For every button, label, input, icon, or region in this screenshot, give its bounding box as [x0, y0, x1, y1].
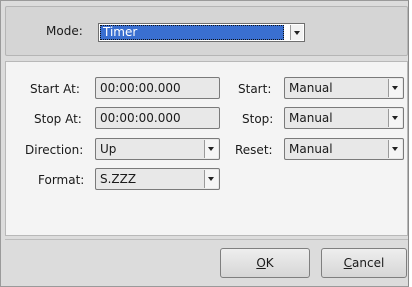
start-select[interactable]: Manual	[284, 77, 404, 99]
reset-select[interactable]: Manual	[284, 138, 404, 160]
settings-panel: Start At: 00:00:00.000 Stop At: 00:00:00…	[5, 61, 408, 236]
direction-label: Direction:	[25, 143, 84, 157]
chevron-down-icon[interactable]	[290, 25, 303, 40]
mode-label: Mode:	[46, 24, 83, 38]
mode-select[interactable]: Timer	[98, 23, 305, 42]
chevron-down-icon[interactable]	[204, 170, 218, 188]
start-label: Start:	[238, 82, 272, 96]
cancel-label-rest: ancel	[352, 256, 385, 270]
timer-settings-dialog: Mode: Timer Start At: 00:00:00.000 Stop …	[0, 0, 409, 287]
format-value: S.ZZZ	[100, 172, 137, 186]
ok-button[interactable]: OK	[220, 248, 310, 278]
chevron-down-icon[interactable]	[204, 140, 218, 158]
reset-value: Manual	[289, 142, 333, 156]
start-value: Manual	[289, 81, 333, 95]
stop-select[interactable]: Manual	[284, 107, 404, 129]
format-label: Format:	[38, 173, 85, 187]
mode-select-value: Timer	[100, 25, 284, 40]
cancel-button[interactable]: Cancel	[321, 248, 407, 278]
stop-at-input[interactable]: 00:00:00.000	[95, 107, 220, 129]
direction-value: Up	[100, 142, 117, 156]
stop-label: Stop:	[242, 112, 274, 126]
direction-select[interactable]: Up	[95, 138, 220, 160]
chevron-down-icon[interactable]	[388, 109, 402, 127]
start-at-label: Start At:	[30, 82, 80, 96]
reset-label: Reset:	[235, 143, 273, 157]
mode-panel: Mode: Timer	[5, 6, 408, 56]
start-at-input[interactable]: 00:00:00.000	[95, 77, 220, 99]
footer-divider	[5, 239, 408, 240]
stop-value: Manual	[289, 111, 333, 125]
ok-mnemonic: O	[256, 256, 266, 270]
chevron-down-icon[interactable]	[388, 79, 402, 97]
cancel-mnemonic: C	[343, 256, 353, 270]
stop-at-label: Stop At:	[34, 112, 82, 126]
ok-label-rest: K	[265, 256, 274, 270]
chevron-down-icon[interactable]	[388, 140, 402, 158]
format-select[interactable]: S.ZZZ	[95, 168, 220, 190]
